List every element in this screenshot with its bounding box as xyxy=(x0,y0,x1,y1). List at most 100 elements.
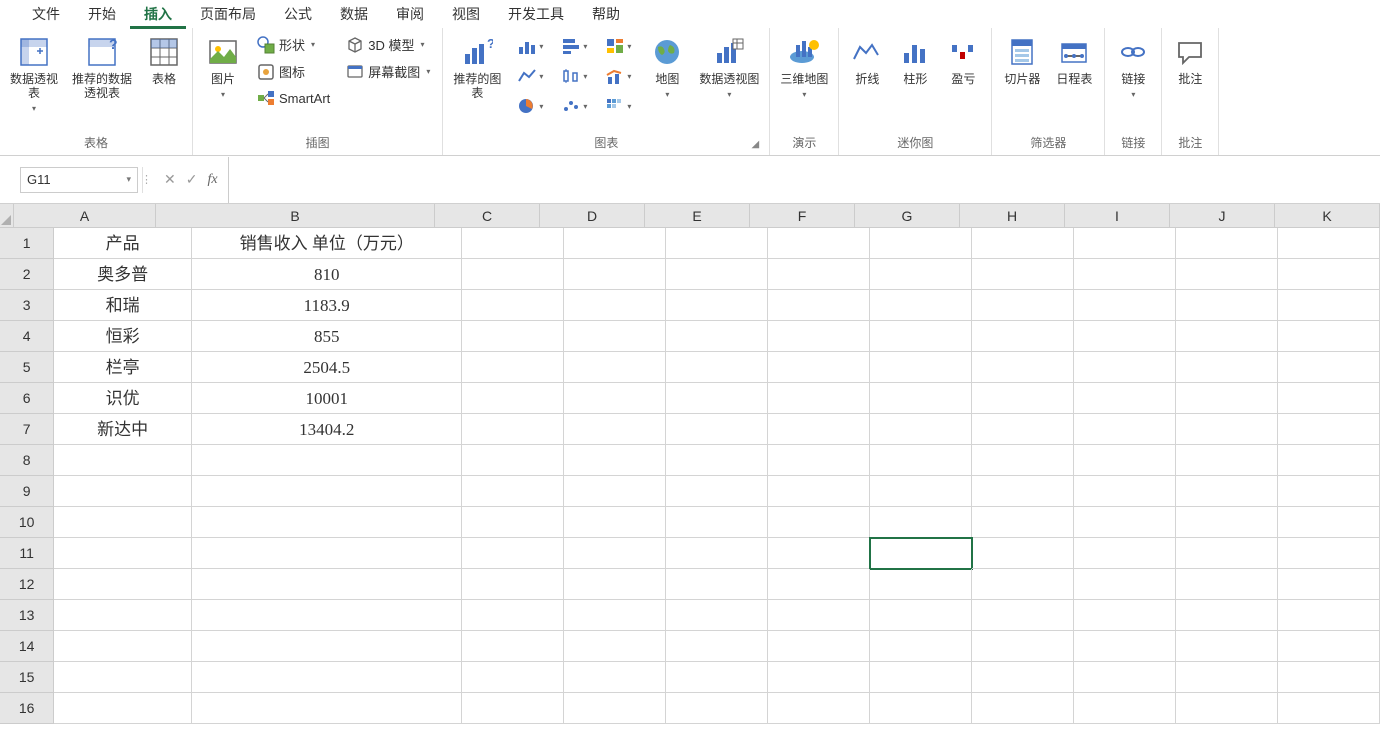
cell-K2[interactable] xyxy=(1278,259,1380,290)
sparkline-column-button[interactable]: 柱形 xyxy=(893,32,937,90)
row-header-4[interactable]: 4 xyxy=(0,321,54,352)
cell-D2[interactable] xyxy=(564,259,666,290)
cell-K9[interactable] xyxy=(1278,476,1380,507)
cell-C5[interactable] xyxy=(462,352,564,383)
cell-C7[interactable] xyxy=(462,414,564,445)
cell-J6[interactable] xyxy=(1176,383,1278,414)
cell-E11[interactable] xyxy=(666,538,768,569)
cell-I8[interactable] xyxy=(1074,445,1176,476)
cell-C1[interactable] xyxy=(462,228,564,259)
line-chart-button[interactable]: ▾ xyxy=(509,62,551,90)
cell-G3[interactable] xyxy=(870,290,972,321)
column-header-K[interactable]: K xyxy=(1275,204,1380,228)
scatter-chart-button[interactable]: ▾ xyxy=(553,92,595,120)
cell-C13[interactable] xyxy=(462,600,564,631)
cell-E4[interactable] xyxy=(666,321,768,352)
cell-E2[interactable] xyxy=(666,259,768,290)
cell-B2[interactable]: 810 xyxy=(192,259,462,290)
cell-H4[interactable] xyxy=(972,321,1074,352)
row-header-1[interactable]: 1 xyxy=(0,228,54,259)
screenshot-button[interactable]: 屏幕截图 ▾ xyxy=(340,59,436,84)
column-header-G[interactable]: G xyxy=(855,204,960,228)
cell-E12[interactable] xyxy=(666,569,768,600)
cell-I15[interactable] xyxy=(1074,662,1176,693)
comment-button[interactable]: 批注 xyxy=(1168,32,1212,90)
cell-B16[interactable] xyxy=(192,693,462,724)
cell-J10[interactable] xyxy=(1176,507,1278,538)
map3d-button[interactable]: 三维地图 ▾ xyxy=(776,32,832,103)
cell-A12[interactable] xyxy=(54,569,192,600)
cell-E7[interactable] xyxy=(666,414,768,445)
cell-H1[interactable] xyxy=(972,228,1074,259)
cell-H3[interactable] xyxy=(972,290,1074,321)
cell-F10[interactable] xyxy=(768,507,870,538)
enter-formula-button[interactable]: ✓ xyxy=(186,171,198,188)
cell-F8[interactable] xyxy=(768,445,870,476)
cell-H7[interactable] xyxy=(972,414,1074,445)
select-all-corner[interactable] xyxy=(0,204,14,228)
cell-C14[interactable] xyxy=(462,631,564,662)
cell-I2[interactable] xyxy=(1074,259,1176,290)
cell-G9[interactable] xyxy=(870,476,972,507)
pictures-button[interactable]: 图片 ▾ xyxy=(199,32,247,103)
cell-D11[interactable] xyxy=(564,538,666,569)
cell-B4[interactable]: 855 xyxy=(192,321,462,352)
column-header-H[interactable]: H xyxy=(960,204,1065,228)
cell-F13[interactable] xyxy=(768,600,870,631)
cell-K8[interactable] xyxy=(1278,445,1380,476)
cell-C12[interactable] xyxy=(462,569,564,600)
column-header-B[interactable]: B xyxy=(156,204,435,228)
cell-E5[interactable] xyxy=(666,352,768,383)
maps-button[interactable]: 地图 ▾ xyxy=(643,32,691,103)
cell-A11[interactable] xyxy=(54,538,192,569)
column-header-E[interactable]: E xyxy=(645,204,750,228)
cell-F14[interactable] xyxy=(768,631,870,662)
cell-J1[interactable] xyxy=(1176,228,1278,259)
cell-C10[interactable] xyxy=(462,507,564,538)
cell-C2[interactable] xyxy=(462,259,564,290)
charts-dialog-launcher[interactable]: ◢ xyxy=(749,139,761,151)
surface-chart-button[interactable]: ▾ xyxy=(597,92,639,120)
model3d-button[interactable]: 3D 模型 ▾ xyxy=(340,32,436,57)
cell-B8[interactable] xyxy=(192,445,462,476)
cell-E16[interactable] xyxy=(666,693,768,724)
cell-K5[interactable] xyxy=(1278,352,1380,383)
column-header-D[interactable]: D xyxy=(540,204,645,228)
icons-button[interactable]: 图标 xyxy=(251,59,336,84)
cell-A8[interactable] xyxy=(54,445,192,476)
row-header-10[interactable]: 10 xyxy=(0,507,54,538)
cell-I3[interactable] xyxy=(1074,290,1176,321)
cell-K1[interactable] xyxy=(1278,228,1380,259)
cell-B13[interactable] xyxy=(192,600,462,631)
cell-A5[interactable]: 栏亭 xyxy=(54,352,192,383)
cell-D4[interactable] xyxy=(564,321,666,352)
cell-H6[interactable] xyxy=(972,383,1074,414)
cell-H5[interactable] xyxy=(972,352,1074,383)
cell-G16[interactable] xyxy=(870,693,972,724)
cell-J12[interactable] xyxy=(1176,569,1278,600)
cell-D1[interactable] xyxy=(564,228,666,259)
cell-J8[interactable] xyxy=(1176,445,1278,476)
cell-C6[interactable] xyxy=(462,383,564,414)
timeline-button[interactable]: 日程表 xyxy=(1050,32,1098,90)
cell-K16[interactable] xyxy=(1278,693,1380,724)
cell-B5[interactable]: 2504.5 xyxy=(192,352,462,383)
insert-function-button[interactable]: fx xyxy=(207,172,217,188)
row-header-3[interactable]: 3 xyxy=(0,290,54,321)
cell-B14[interactable] xyxy=(192,631,462,662)
pivot-table-button[interactable]: 数据透视表 ▾ xyxy=(6,32,62,117)
name-box[interactable]: G11 ▾ xyxy=(20,167,138,193)
cell-K10[interactable] xyxy=(1278,507,1380,538)
cell-F16[interactable] xyxy=(768,693,870,724)
cell-H13[interactable] xyxy=(972,600,1074,631)
cell-B3[interactable]: 1183.9 xyxy=(192,290,462,321)
cell-G14[interactable] xyxy=(870,631,972,662)
menu-item-6[interactable]: 审阅 xyxy=(382,0,438,28)
cell-I16[interactable] xyxy=(1074,693,1176,724)
cell-A1[interactable]: 产品 xyxy=(54,228,192,259)
recommended-charts-button[interactable]: ? 推荐的图表 xyxy=(449,32,505,104)
cell-E14[interactable] xyxy=(666,631,768,662)
cell-I12[interactable] xyxy=(1074,569,1176,600)
slicer-button[interactable]: 切片器 xyxy=(998,32,1046,90)
row-header-13[interactable]: 13 xyxy=(0,600,54,631)
